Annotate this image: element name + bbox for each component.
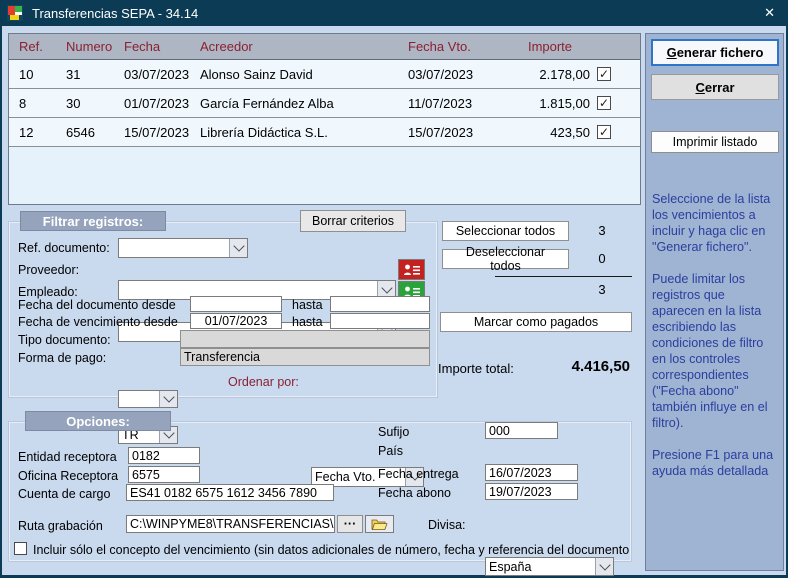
col-header-fecha-vto[interactable]: Fecha Vto. <box>408 39 510 54</box>
importe-total-value: 4.416,50 <box>520 358 630 375</box>
table-row[interactable]: 8 30 01/07/2023 García Fernández Alba 11… <box>9 89 640 118</box>
col-header-importe[interactable]: Importe <box>510 39 592 54</box>
sufijo-input[interactable]: 000 <box>485 422 558 439</box>
cell-fecha: 03/07/2023 <box>124 67 200 82</box>
fecha-documento-hasta-input[interactable] <box>330 296 430 312</box>
cell-importe: 2.178,00 <box>510 67 592 82</box>
fecha-documento-desde-label: Fecha del documento desde <box>18 298 176 312</box>
col-header-fecha[interactable]: Fecha <box>124 39 200 54</box>
table-row[interactable]: 10 31 03/07/2023 Alonso Sainz David 03/0… <box>9 60 640 89</box>
app-logo-icon <box>7 5 23 21</box>
cell-fecha-vto: 15/07/2023 <box>408 125 510 140</box>
oficina-receptora-label: Oficina Receptora <box>18 469 118 483</box>
transferencias-sepa-window: Transferencias SEPA - 34.14 ✕ Ref. Numer… <box>0 0 788 578</box>
tipo-documento-combobox[interactable] <box>118 390 178 408</box>
proveedor-label: Proveedor: <box>18 263 79 277</box>
fecha-abono-label: Fecha abono <box>378 486 451 500</box>
table-header-row: Ref. Numero Fecha Acreedor Fecha Vto. Im… <box>9 34 640 60</box>
cell-fecha: 15/07/2023 <box>124 125 200 140</box>
help-paragraph-3: Presione F1 para una ayuda más detallada <box>652 447 779 479</box>
forma-pago-label: Forma de pago: <box>18 351 106 365</box>
window-title: Transferencias SEPA - 34.14 <box>32 6 198 21</box>
cuenta-cargo-label: Cuenta de cargo <box>18 487 110 501</box>
cerrar-button[interactable]: Cerrar <box>651 74 779 100</box>
cell-acreedor: Librería Didáctica S.L. <box>200 125 408 140</box>
cell-fecha: 01/07/2023 <box>124 96 200 111</box>
cell-numero: 31 <box>66 67 124 82</box>
incluir-solo-concepto-label: Incluir sólo el concepto del vencimiento… <box>33 543 629 557</box>
imprimir-listado-button[interactable]: Imprimir listado <box>651 131 779 153</box>
entidad-receptora-input[interactable]: 0182 <box>128 447 200 464</box>
row-checkbox[interactable]: ✓ <box>597 125 611 139</box>
col-header-numero[interactable]: Numero <box>66 39 124 54</box>
help-paragraph-2: Puede limitar los registros que aparecen… <box>652 271 779 431</box>
cell-importe: 423,50 <box>510 125 592 140</box>
filtrar-registros-title: Filtrar registros: <box>20 211 166 231</box>
borrar-criterios-button[interactable]: Borrar criterios <box>300 210 406 232</box>
entidad-receptora-label: Entidad receptora <box>18 450 117 464</box>
browse-dots-button[interactable]: ··· <box>337 515 363 533</box>
generar-fichero-button[interactable]: Generar fichero <box>651 39 779 66</box>
hasta-label-2: hasta <box>292 315 323 329</box>
cell-ref: 10 <box>9 67 66 82</box>
vencimientos-table: Ref. Numero Fecha Acreedor Fecha Vto. Im… <box>8 33 641 205</box>
seleccionar-todos-button[interactable]: Seleccionar todos <box>442 221 569 241</box>
oficina-receptora-input[interactable]: 6575 <box>128 466 200 483</box>
row-checkbox[interactable]: ✓ <box>597 67 611 81</box>
deselected-count: 0 <box>588 251 616 266</box>
ref-documento-combobox[interactable] <box>118 238 248 258</box>
chevron-down-icon[interactable] <box>229 239 247 257</box>
chevron-down-icon[interactable] <box>595 558 613 575</box>
close-icon[interactable]: ✕ <box>764 5 775 21</box>
ruta-grabacion-label: Ruta grabación <box>18 519 103 533</box>
tipo-documento-label: Tipo documento: <box>18 333 111 347</box>
cell-fecha-vto: 11/07/2023 <box>408 96 510 111</box>
incluir-solo-concepto-checkbox[interactable] <box>14 542 27 555</box>
sum-divider <box>495 276 632 277</box>
cell-fecha-vto: 03/07/2023 <box>408 67 510 82</box>
empleado-label: Empleado: <box>18 285 78 299</box>
tipo-documento-descripcion <box>180 330 430 348</box>
help-text: Seleccione de la lista los vencimientos … <box>652 191 779 495</box>
fecha-entrega-label: Fecha entrega <box>378 467 459 481</box>
forma-pago-descripcion: Transferencia <box>180 348 430 366</box>
help-paragraph-1: Seleccione de la lista los vencimientos … <box>652 191 779 255</box>
fecha-abono-input[interactable]: 19/07/2023 <box>485 483 578 500</box>
deseleccionar-todos-button[interactable]: Deseleccionar todos <box>442 249 569 269</box>
opciones-title: Opciones: <box>25 411 171 431</box>
row-checkbox[interactable]: ✓ <box>597 96 611 110</box>
cell-importe: 1.815,00 <box>510 96 592 111</box>
cell-ref: 8 <box>9 96 66 111</box>
divisa-label: Divisa: <box>428 518 466 532</box>
col-header-ref[interactable]: Ref. <box>9 39 66 54</box>
title-bar: Transferencias SEPA - 34.14 ✕ <box>0 0 788 26</box>
selected-count: 3 <box>588 223 616 238</box>
importe-total-label: Importe total: <box>438 361 514 376</box>
col-header-acreedor[interactable]: Acreedor <box>200 39 408 54</box>
cell-numero: 30 <box>66 96 124 111</box>
fecha-documento-desde-input[interactable] <box>190 296 282 312</box>
fecha-entrega-input[interactable]: 16/07/2023 <box>485 464 578 481</box>
cell-acreedor: Alonso Sainz David <box>200 67 408 82</box>
table-row[interactable]: 12 6546 15/07/2023 Librería Didáctica S.… <box>9 118 640 147</box>
fecha-vencimiento-desde-label: Fecha de vencimiento desde <box>18 315 178 329</box>
cell-ref: 12 <box>9 125 66 140</box>
total-count: 3 <box>588 282 616 297</box>
cell-acreedor: García Fernández Alba <box>200 96 408 111</box>
hasta-label-1: hasta <box>292 298 323 312</box>
pais-label: País <box>378 444 403 458</box>
pais-combobox[interactable]: España <box>485 557 614 576</box>
chevron-down-icon[interactable] <box>159 391 177 407</box>
sufijo-label: Sufijo <box>378 425 409 439</box>
cuenta-cargo-input[interactable]: ES41 0182 6575 1612 3456 7890 <box>126 484 334 501</box>
marcar-como-pagados-button[interactable]: Marcar como pagados <box>440 312 632 332</box>
proveedor-lookup-icon[interactable] <box>398 259 425 280</box>
fecha-vencimiento-hasta-input[interactable] <box>330 313 430 329</box>
ordenar-por-label: Ordenar por: <box>228 375 299 389</box>
fecha-vencimiento-desde-input[interactable]: 01/07/2023 <box>190 313 282 329</box>
open-folder-icon[interactable] <box>365 515 394 533</box>
cell-numero: 6546 <box>66 125 124 140</box>
ref-documento-label: Ref. documento: <box>18 241 110 255</box>
ruta-grabacion-input[interactable]: C:\WINPYME8\TRANSFERENCIAS\bnc_T202 <box>126 515 335 533</box>
